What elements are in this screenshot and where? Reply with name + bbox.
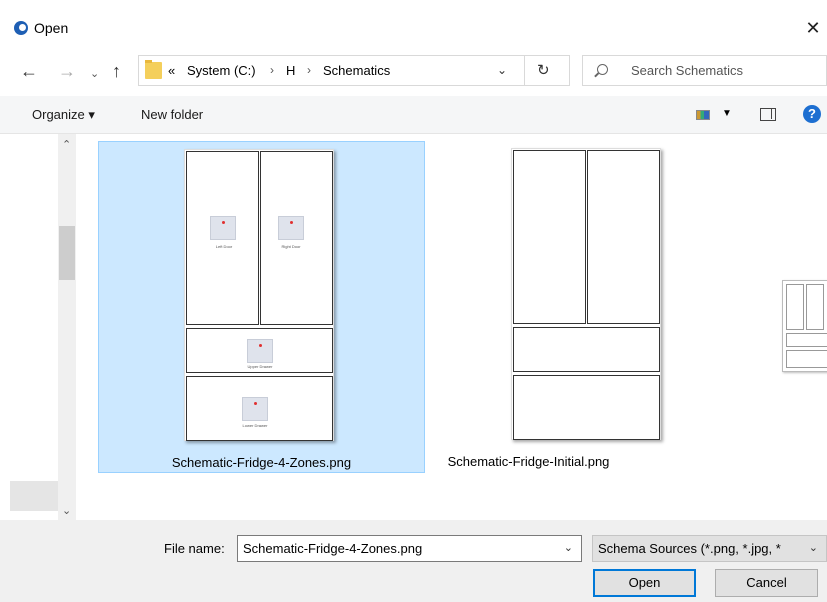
file-tile-schematic-fridge-4-zones[interactable]: Left Door Right Door Upper Drawer Lower … (98, 141, 425, 473)
file-name-field[interactable]: Schematic-Fridge-4-Zones.png ⌄ (237, 535, 582, 562)
dialog-footer: File name: Schematic-Fridge-4-Zones.png … (0, 520, 827, 602)
thumbnail-upper-drawer (786, 333, 827, 347)
scroll-up-arrow-icon[interactable]: ⌃ (62, 138, 71, 151)
thumbnail-lower-drawer (513, 375, 660, 440)
breadcrumb-separator[interactable]: › (307, 63, 311, 77)
navigation-pane-scrollbar[interactable]: ⌃ ⌄ (58, 134, 76, 520)
organize-button[interactable]: Organize ▾ (32, 107, 95, 123)
preview-pane-icon[interactable] (760, 108, 776, 121)
thumbnail-upper-drawer (513, 327, 660, 372)
file-thumbnail (511, 148, 661, 440)
search-input[interactable]: Search Schematics (582, 55, 827, 86)
zone-caption: Lower Drawer (242, 423, 268, 428)
file-type-filter-select[interactable]: Schema Sources (*.png, *.jpg, * ⌄ (592, 535, 827, 562)
thumbnail-left-door: Left Door (186, 151, 259, 325)
chevron-down-icon[interactable]: ⌄ (497, 63, 507, 77)
recent-locations-button[interactable]: ⌄ (90, 65, 99, 83)
thumbnail-upper-drawer: Upper Drawer (186, 328, 333, 373)
help-icon[interactable]: ? (803, 105, 821, 123)
file-tile-schematic-fridge-initial[interactable]: Schematic-Fridge-Initial.png (448, 141, 804, 473)
file-thumbnail: Left Door Right Door Upper Drawer Lower … (184, 149, 334, 441)
search-icon (597, 64, 608, 75)
back-button[interactable]: ← (20, 62, 38, 80)
file-list: Left Door Right Door Upper Drawer Lower … (76, 134, 827, 520)
scroll-thumb[interactable] (59, 226, 75, 280)
file-type-filter-value: Schema Sources (*.png, *.jpg, * (598, 541, 781, 556)
file-name-value[interactable]: Schematic-Fridge-4-Zones.png (243, 541, 422, 556)
zone-caption: Upper Drawer (247, 364, 273, 369)
zone-caption: Left Door (215, 244, 233, 249)
cancel-button[interactable]: Cancel (715, 569, 818, 597)
navigation-pane-selected-item[interactable] (10, 481, 58, 511)
breadcrumb-overflow[interactable]: « (168, 63, 175, 78)
image-icon (278, 216, 304, 240)
image-icon (210, 216, 236, 240)
app-icon (14, 21, 28, 35)
thumbnail-left-door (786, 284, 804, 330)
new-folder-button[interactable]: New folder (141, 107, 203, 122)
image-icon (242, 397, 268, 421)
thumbnail-lower-drawer (786, 350, 827, 368)
chevron-down-icon[interactable]: ⌄ (809, 541, 818, 554)
breadcrumb-separator[interactable]: › (270, 63, 274, 77)
zone-caption: Right Door (281, 244, 301, 249)
breadcrumb-h[interactable]: H (286, 63, 295, 78)
thumbnail-right-door (806, 284, 824, 330)
title-bar: Open ✕ (0, 10, 827, 46)
file-name-label: File name: (164, 541, 225, 556)
image-icon (247, 339, 273, 363)
search-placeholder: Search Schematics (631, 63, 743, 78)
open-button[interactable]: Open (593, 569, 696, 597)
thumbnail-lower-drawer: Lower Drawer (186, 376, 333, 441)
view-options-chevron-icon[interactable]: ▼ (722, 108, 732, 119)
divider (524, 56, 525, 85)
close-button[interactable]: ✕ (799, 10, 827, 46)
thumbnail-right-door (587, 150, 660, 324)
file-thumbnail-partial[interactable] (782, 280, 827, 372)
navigation-pane[interactable] (0, 134, 58, 520)
breadcrumb-schematics[interactable]: Schematics (323, 63, 390, 78)
thumbnail-right-door: Right Door (260, 151, 333, 325)
forward-button[interactable]: → (58, 62, 76, 80)
command-toolbar: Organize ▾ New folder ▼ ? (0, 96, 827, 134)
folder-icon (145, 60, 162, 79)
refresh-icon[interactable]: ↻ (537, 61, 550, 79)
address-bar[interactable]: « System (C:) › H › Schematics ⌄ ↻ (138, 55, 570, 86)
open-file-dialog: Open ✕ ← → ⌄ ↑ « System (C:) › H › Schem… (0, 0, 827, 602)
breadcrumb-system-drive[interactable]: System (C:) (187, 63, 256, 78)
change-view-icon[interactable] (696, 110, 710, 120)
up-button[interactable]: ↑ (112, 62, 121, 80)
file-name-label: Schematic-Fridge-Initial.png (447, 454, 610, 469)
scroll-down-arrow-icon[interactable]: ⌄ (62, 504, 71, 517)
chevron-down-icon[interactable]: ⌄ (564, 541, 573, 554)
dialog-title: Open (34, 20, 69, 36)
thumbnail-left-door (513, 150, 586, 324)
